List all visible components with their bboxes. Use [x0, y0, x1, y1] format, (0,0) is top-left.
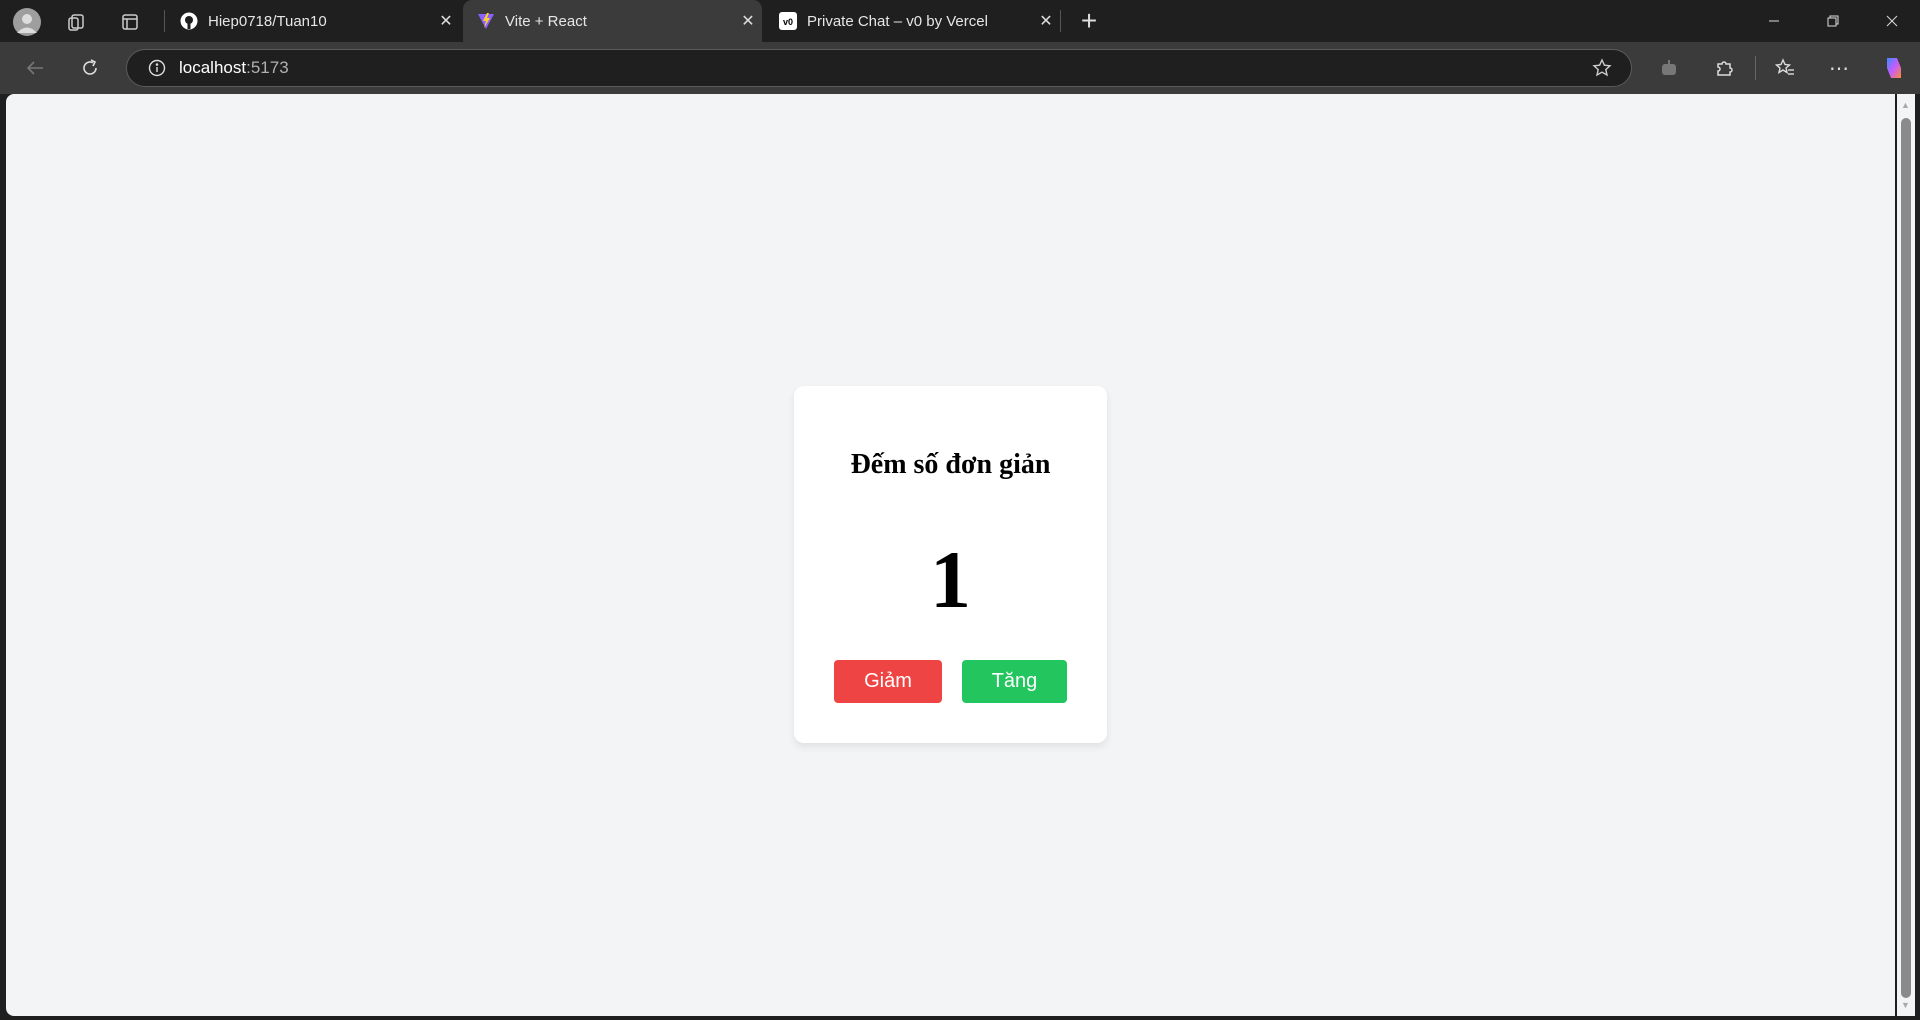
reload-button[interactable]: [77, 55, 103, 81]
address-bar[interactable]: localhost:5173: [126, 49, 1632, 87]
favorite-star-icon[interactable]: [1591, 57, 1613, 79]
v0-icon: v0: [779, 12, 797, 30]
divider: [1060, 10, 1061, 32]
extensions-icon[interactable]: [1711, 55, 1737, 81]
more-options-icon[interactable]: ⋯: [1826, 55, 1852, 81]
url-host: localhost: [179, 58, 247, 77]
scrollbar-thumb[interactable]: [1901, 118, 1911, 998]
tab-github[interactable]: Hiep0718/Tuan10 ✕: [166, 0, 460, 42]
site-info-icon[interactable]: [147, 58, 167, 78]
url-port: :5173: [246, 58, 289, 77]
profile-avatar-icon[interactable]: [13, 8, 41, 36]
counter-title: Đếm số đơn giản: [850, 449, 1051, 480]
scroll-up-arrow-icon[interactable]: ▲: [1901, 100, 1910, 110]
decrease-button[interactable]: Giảm: [834, 660, 942, 703]
tab-bar: Hiep0718/Tuan10 ✕ Vite + React ✕ v0 Priv…: [0, 0, 1920, 42]
copilot-icon[interactable]: [1880, 54, 1908, 82]
robot-icon[interactable]: [1656, 55, 1682, 81]
increase-button[interactable]: Tăng: [962, 660, 1067, 703]
back-button[interactable]: [22, 55, 48, 81]
workspaces-icon[interactable]: [64, 10, 88, 34]
favorites-icon[interactable]: [1772, 55, 1798, 81]
tab-v0-chat[interactable]: v0 Private Chat – v0 by Vercel ✕: [765, 0, 1060, 42]
restore-button[interactable]: [1819, 8, 1847, 34]
github-icon: [180, 12, 198, 30]
tab-title: Hiep0718/Tuan10: [208, 12, 327, 30]
tab-actions-icon[interactable]: [118, 10, 142, 34]
scroll-down-arrow-icon[interactable]: ▼: [1901, 1000, 1910, 1010]
svg-text:v0: v0: [783, 17, 793, 27]
close-window-button[interactable]: [1878, 8, 1906, 34]
divider: [1755, 56, 1756, 80]
divider: [164, 10, 165, 32]
tab-title: Private Chat – v0 by Vercel: [807, 12, 988, 30]
close-tab-icon[interactable]: ✕: [1032, 11, 1060, 31]
close-tab-icon[interactable]: ✕: [432, 11, 460, 31]
counter-value: 1: [930, 534, 971, 625]
tab-vite-react[interactable]: Vite + React ✕: [463, 0, 762, 42]
vite-icon: [477, 12, 495, 30]
new-tab-button[interactable]: +: [1074, 5, 1104, 36]
minimize-button[interactable]: [1760, 8, 1788, 34]
tab-title: Vite + React: [505, 12, 587, 30]
close-tab-icon[interactable]: ✕: [734, 11, 762, 31]
